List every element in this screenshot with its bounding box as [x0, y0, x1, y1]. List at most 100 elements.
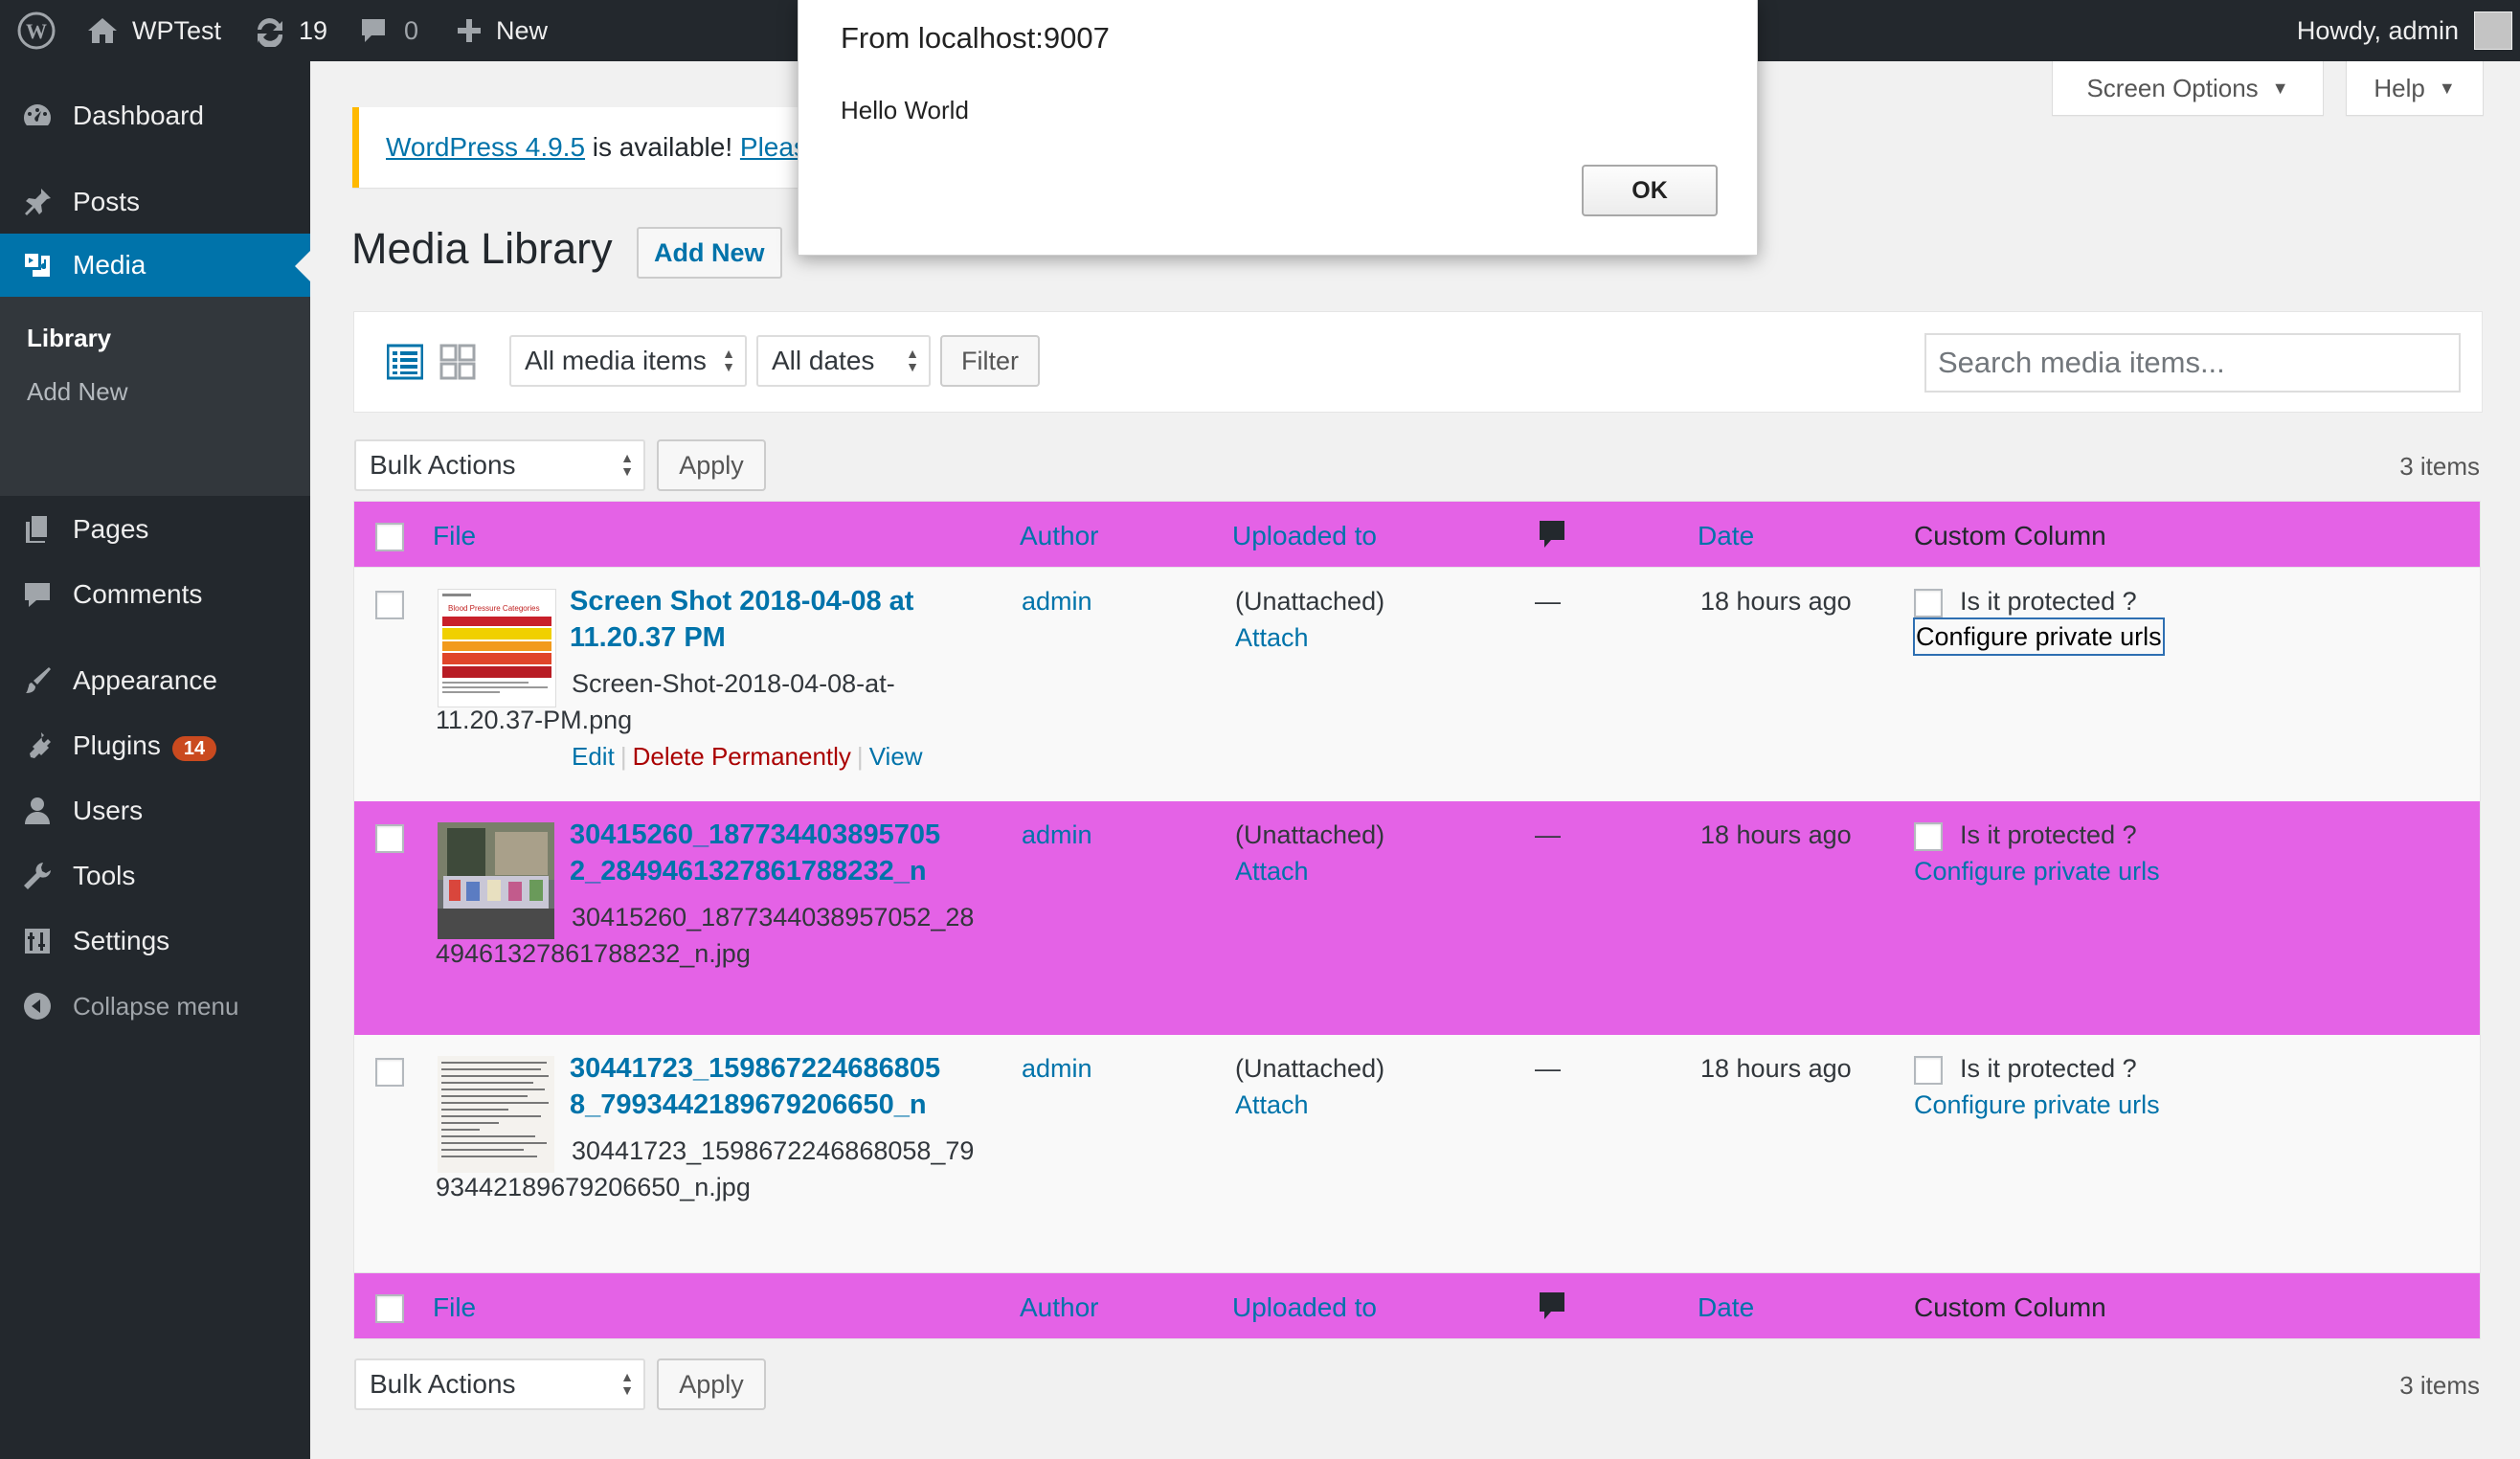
table-row: Blood Pressure Categories Screen Shot 20… [353, 568, 2481, 801]
media-type-value: All media items [525, 346, 707, 375]
menu-item-appearance[interactable]: Appearance [0, 649, 310, 712]
pages-icon [21, 513, 54, 546]
menu-label: Users [73, 796, 144, 825]
menu-label: Comments [73, 579, 203, 609]
separator: | [856, 742, 864, 771]
grid-view-icon[interactable] [439, 344, 476, 380]
column-date[interactable]: Date [1698, 1292, 1754, 1323]
menu-item-tools[interactable]: Tools [0, 844, 310, 908]
wordpress-logo-icon[interactable]: W [17, 0, 56, 61]
column-file[interactable]: File [433, 521, 476, 551]
comments-count: 0 [404, 15, 419, 45]
author-link[interactable]: admin [1022, 1050, 1092, 1088]
select-all-checkbox[interactable] [375, 1294, 404, 1323]
delete-permanently-link[interactable]: Delete Permanently [633, 742, 851, 771]
avatar[interactable] [2474, 11, 2512, 50]
row-checkbox[interactable] [375, 591, 404, 619]
file-title-link[interactable]: Screen Shot 2018-04-08 at 11.20.37 PM [570, 583, 913, 656]
column-file[interactable]: File [433, 1292, 476, 1323]
new-content-link[interactable]: New [456, 0, 548, 61]
menu-item-settings[interactable]: Settings [0, 909, 310, 973]
collapse-menu-button[interactable]: Collapse menu [0, 975, 310, 1038]
protected-checkbox[interactable] [1914, 589, 1943, 617]
thumbnail-image[interactable] [438, 1056, 554, 1173]
separator: | [619, 742, 627, 771]
thumbnail-image[interactable] [438, 822, 554, 939]
help-button[interactable]: Help ▼ [2346, 61, 2484, 116]
comments-column-icon[interactable] [1538, 1291, 1566, 1330]
filename: 49461327861788232_n.jpg [436, 939, 751, 968]
menu-label: Plugins 14 [73, 730, 217, 761]
row-checkbox[interactable] [375, 824, 404, 853]
protected-checkbox[interactable] [1914, 1056, 1943, 1085]
protected-label: Is it protected ? [1960, 1054, 2137, 1083]
list-view-icon[interactable] [386, 344, 424, 380]
thumbnail-image[interactable]: Blood Pressure Categories [438, 589, 556, 707]
menu-item-dashboard[interactable]: Dashboard [0, 84, 310, 147]
dates-select[interactable]: All dates ▲ ▼ [756, 335, 931, 387]
wordpress-version-link[interactable]: WordPress 4.9.5 [386, 132, 585, 162]
filename: 93442189679206650_n.jpg [436, 1173, 751, 1201]
menu-item-plugins[interactable]: Plugins 14 [0, 714, 310, 777]
author-link[interactable]: admin [1022, 817, 1092, 854]
ok-button[interactable]: OK [1582, 165, 1718, 216]
menu-item-pages[interactable]: Pages [0, 498, 310, 561]
protected-checkbox[interactable] [1914, 822, 1943, 851]
attach-link[interactable]: Attach [1235, 1087, 1309, 1124]
select-arrows-icon: ▲ ▼ [906, 346, 919, 374]
filename: 30415260_1877344038957052_28 [572, 903, 975, 932]
search-input[interactable] [1924, 333, 2461, 393]
configure-private-urls-link[interactable]: Configure private urls [1914, 853, 2160, 890]
edit-link[interactable]: Edit [572, 742, 615, 771]
row-checkbox[interactable] [375, 1058, 404, 1087]
my-account-link[interactable]: Howdy, admin [2297, 0, 2459, 61]
add-new-button[interactable]: Add New [637, 227, 782, 279]
file-title-line: 2_2849461327861788232_n [570, 856, 927, 887]
notice-text: WordPress 4.9.5 is available! Please upd… [386, 132, 857, 163]
configure-private-urls-link[interactable]: Configure private urls [1914, 1087, 2160, 1124]
file-title-line: Screen Shot 2018-04-08 at [570, 586, 914, 617]
filter-button[interactable]: Filter [940, 335, 1040, 387]
attach-link[interactable]: Attach [1235, 619, 1309, 657]
apply-button-bottom[interactable]: Apply [657, 1358, 766, 1410]
view-link[interactable]: View [869, 742, 923, 771]
comments-column-icon[interactable] [1538, 519, 1566, 558]
apply-button-top[interactable]: Apply [657, 439, 766, 491]
submenu-add-new[interactable]: Add New [27, 377, 128, 407]
menu-item-media[interactable]: Media [0, 234, 310, 297]
attach-link[interactable]: Attach [1235, 853, 1309, 890]
bulk-actions-select-bottom[interactable]: Bulk Actions ▲ ▼ [354, 1358, 645, 1410]
menu-item-posts[interactable]: Posts [0, 170, 310, 234]
comment-icon [21, 578, 54, 611]
submenu-library[interactable]: Library [27, 324, 111, 353]
date-value: 18 hours ago [1700, 587, 1852, 616]
table-footer: File Author Uploaded to Date Custom Colu… [353, 1272, 2481, 1339]
author-link[interactable]: admin [1022, 583, 1092, 620]
unattached-label: (Unattached) [1235, 820, 1385, 849]
media-type-select[interactable]: All media items ▲ ▼ [509, 335, 747, 387]
configure-private-urls-link[interactable]: Configure private urls [1913, 617, 2165, 656]
bulk-actions-select-top[interactable]: Bulk Actions ▲ ▼ [354, 439, 645, 491]
column-uploaded-to[interactable]: Uploaded to [1232, 521, 1377, 551]
file-title-link[interactable]: 30415260_187734403895705 2_2849461327861… [570, 817, 940, 889]
update-notice: WordPress 4.9.5 is available! Please upd… [352, 107, 857, 188]
comments-link[interactable]: 0 [358, 0, 418, 61]
pin-icon [21, 186, 54, 218]
column-author[interactable]: Author [1020, 1292, 1099, 1323]
items-count-top: 3 items [2399, 452, 2480, 481]
site-name-link[interactable]: WPTest [86, 0, 221, 61]
column-uploaded-to[interactable]: Uploaded to [1232, 1292, 1377, 1323]
file-title-line: 8_7993442189679206650_n [570, 1089, 927, 1120]
file-title-link[interactable]: 30441723_159867224686805 8_7993442189679… [570, 1050, 940, 1123]
column-author[interactable]: Author [1020, 521, 1099, 551]
select-arrows-icon: ▲ ▼ [620, 450, 634, 479]
screen-options-button[interactable]: Screen Options ▼ [2052, 61, 2324, 116]
updates-link[interactable]: 19 [253, 0, 327, 61]
filename: 11.20.37-PM.png [436, 706, 633, 734]
updates-count: 19 [299, 15, 328, 45]
select-all-checkbox[interactable] [375, 523, 404, 551]
menu-label: Settings [73, 926, 170, 955]
menu-item-comments[interactable]: Comments [0, 563, 310, 626]
menu-item-users[interactable]: Users [0, 779, 310, 842]
column-date[interactable]: Date [1698, 521, 1754, 551]
